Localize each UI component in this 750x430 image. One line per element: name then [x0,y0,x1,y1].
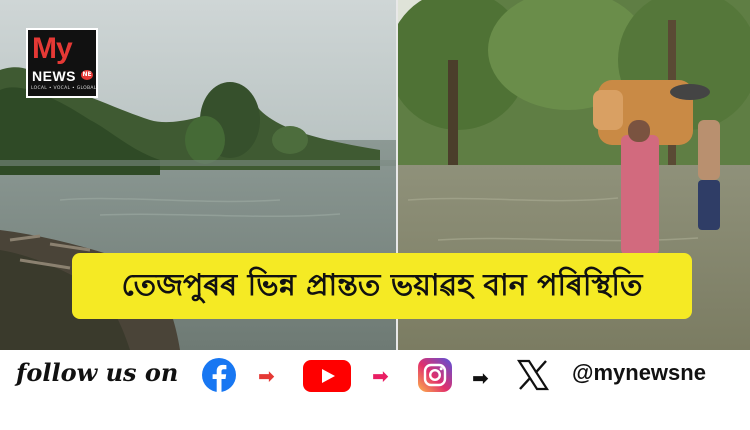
logo-ne-badge: NE [81,70,93,80]
logo-tagline: LOCAL • VOCAL • GLOBAL [31,86,97,91]
headline-text: তেজপুৰৰ ভিন্ন প্ৰান্তত ভয়াৱহ বান পৰিস্থ… [121,267,643,303]
logo-my-text: My [32,32,73,65]
headline-banner: তেজপুৰৰ ভিন্ন প্ৰান্তত ভয়াৱহ বান পৰিস্থ… [72,253,692,319]
logo-news-text: NEWS [32,68,76,84]
youtube-icon[interactable] [303,360,351,392]
social-handle[interactable]: @mynewsne [572,360,706,386]
arrow-icon: ➡ [372,364,389,388]
instagram-icon[interactable] [418,358,452,392]
x-icon[interactable] [516,358,550,392]
brand-logo[interactable]: My NEWS NE LOCAL • VOCAL • GLOBAL [26,28,98,98]
facebook-icon[interactable] [202,358,236,392]
arrow-icon: ➡ [258,364,275,388]
follow-us-label: follow us on [16,358,179,387]
arrow-icon: ➡ [472,366,489,390]
